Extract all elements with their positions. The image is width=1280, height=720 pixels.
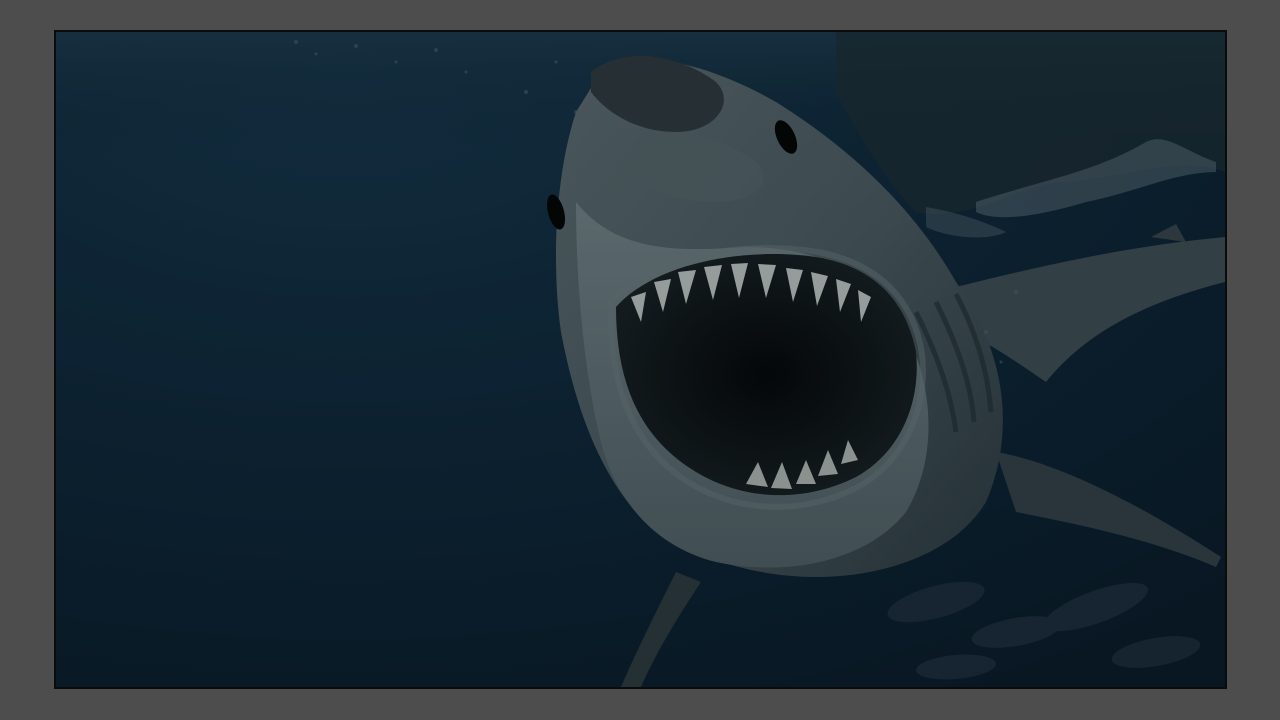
- dim-overlay: [56, 32, 1225, 687]
- shark-photo: [56, 32, 1225, 687]
- page: [0, 0, 1280, 720]
- photo-frame: [54, 30, 1227, 689]
